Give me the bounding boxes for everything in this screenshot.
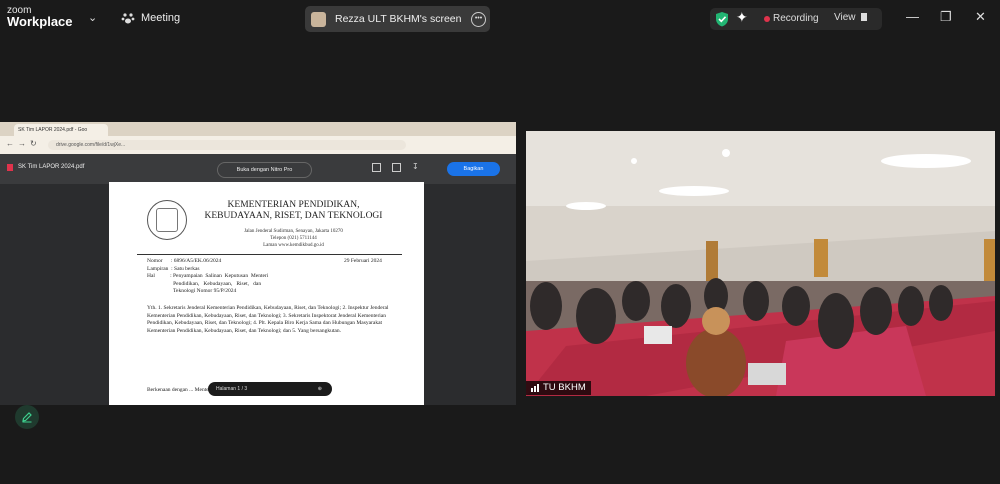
view-label: View: [834, 12, 856, 23]
pdf-filename: SK Tim LAPOR 2024.pdf: [18, 164, 85, 170]
ministry-address: Jalan Jenderal Sudirman, Senayan, Jakart…: [201, 228, 386, 249]
screen-share-label: Rezza ULT BKHM's screen: [335, 13, 462, 25]
back-icon[interactable]: ←: [6, 139, 14, 148]
participant-name-tag: TU BKHM: [526, 381, 591, 395]
minimize-icon[interactable]: —: [906, 9, 919, 24]
zoom-icon[interactable]: ⊕: [318, 382, 322, 396]
letter-date: 29 Februari 2024: [344, 258, 382, 264]
shield-check-icon[interactable]: [715, 11, 729, 27]
open-with-button[interactable]: Buka dengan Nitro Pro: [217, 162, 312, 178]
browser-tab-strip: SK Tim LAPOR 2024.pdf - Goo: [0, 122, 516, 136]
recording-dot-icon: [764, 16, 770, 22]
ai-companion-icon[interactable]: ✦: [736, 9, 748, 26]
more-options-icon[interactable]: •••: [471, 11, 486, 27]
forward-icon[interactable]: →: [18, 139, 26, 148]
participant-video[interactable]: [526, 131, 995, 396]
sharer-avatar: [311, 11, 326, 27]
meeting-room-image: [526, 131, 995, 396]
close-icon[interactable]: ✕: [975, 9, 986, 25]
logo-line2: Workplace: [7, 14, 73, 29]
zoom-workplace-logo: zoom Workplace: [7, 5, 73, 29]
letter-metadata: Nomor : 6896/A5/EK.06/2024 Lampiran : Sa…: [147, 258, 269, 294]
paw-icon: [121, 13, 135, 24]
letterhead-rule: [137, 254, 402, 255]
screen-share-indicator[interactable]: Rezza ULT BKHM's screen •••: [305, 6, 490, 32]
address-line3: Laman www.kemdikbud.go.id: [263, 243, 324, 248]
page-navigation-bar[interactable]: Halaman 1 / 3 ⊕: [208, 382, 332, 396]
address-line2: Telepon (021) 5711144: [270, 236, 317, 241]
browser-address-bar: ← → ↻ drive.google.com/file/d/1wjXe...: [0, 136, 516, 154]
pencil-icon: [22, 412, 32, 423]
meeting-menu[interactable]: Meeting: [121, 11, 180, 25]
reload-icon[interactable]: ↻: [30, 139, 37, 148]
share-button[interactable]: Bagikan: [447, 162, 500, 176]
browser-tab[interactable]: SK Tim LAPOR 2024.pdf - Goo: [14, 124, 108, 136]
add-comment-icon[interactable]: [372, 163, 381, 172]
annotate-button[interactable]: [15, 405, 39, 429]
address-line1: Jalan Jenderal Sudirman, Senayan, Jakart…: [244, 229, 343, 234]
view-layout-icon: [861, 13, 868, 21]
top-bar: zoom Workplace ⌄ Meeting Rezza ULT BKHM'…: [0, 0, 1000, 36]
participant-name: TU BKHM: [543, 382, 586, 393]
download-icon[interactable]: ↧: [412, 162, 419, 171]
recording-label[interactable]: Recording: [773, 13, 819, 24]
address-field[interactable]: drive.google.com/file/d/1wjXe...: [48, 140, 406, 150]
pdf-toolbar: SK Tim LAPOR 2024.pdf Buka dengan Nitro …: [0, 154, 516, 184]
view-button[interactable]: View: [834, 12, 868, 23]
print-icon[interactable]: [392, 163, 401, 172]
ministry-seal: [147, 200, 187, 240]
restore-icon[interactable]: ❐: [940, 9, 952, 25]
ministry-title: KEMENTERIAN PENDIDIKAN, KEBUDAYAAN, RISE…: [204, 200, 383, 221]
document-page: KEMENTERIAN PENDIDIKAN, KEBUDAYAAN, RISE…: [109, 182, 424, 405]
letter-recipients: Yth. 1. Sekretaris Jenderal Kementerian …: [147, 305, 389, 334]
pdf-file-icon: [7, 164, 13, 171]
page-indicator: Halaman 1 / 3: [216, 386, 248, 392]
signal-bars-icon: [531, 384, 539, 392]
chevron-down-icon[interactable]: ⌄: [88, 11, 97, 24]
meeting-label: Meeting: [141, 12, 181, 24]
